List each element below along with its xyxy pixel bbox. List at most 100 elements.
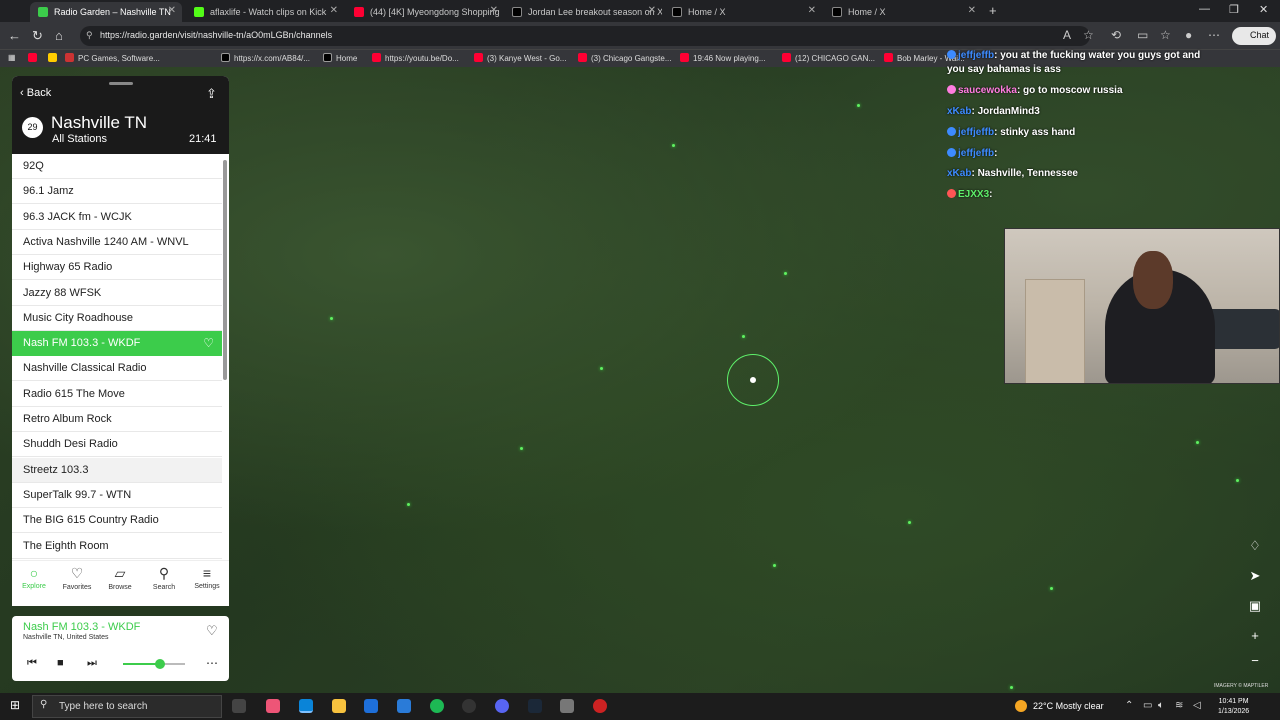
station-row[interactable]: 92Q (12, 154, 222, 179)
more-options-icon[interactable]: ⋯ (206, 656, 218, 670)
station-row[interactable]: Jazzy 88 WFSK (12, 281, 222, 306)
now-playing-station[interactable]: Nash FM 103.3 - WKDF (23, 621, 140, 633)
maximize-icon[interactable]: ❐ (1229, 3, 1239, 16)
station-row[interactable]: Streetz 103.3 (12, 457, 222, 483)
bookmark-icon[interactable] (28, 53, 41, 63)
station-dot[interactable] (742, 335, 745, 338)
close-tab-icon[interactable]: ✕ (168, 5, 176, 16)
station-dot[interactable] (1010, 686, 1013, 689)
station-dot[interactable] (600, 367, 603, 370)
profile-avatar[interactable]: ● (1185, 28, 1192, 42)
bookmark-4[interactable]: (3) Kanye West - Go... (474, 53, 566, 63)
previous-icon[interactable]: ⏮ (27, 657, 37, 670)
site-info-icon[interactable]: ⚲ (86, 30, 93, 41)
app-icon[interactable] (462, 699, 476, 713)
station-dot[interactable] (784, 272, 787, 275)
bookmark-1[interactable]: https://x.com/AB84/... (221, 53, 310, 63)
split-screen-icon[interactable]: ▭ (1137, 28, 1148, 42)
close-tab-icon[interactable]: ✕ (330, 5, 338, 16)
close-window-icon[interactable]: ✕ (1259, 3, 1268, 16)
home-icon[interactable]: ⌂ (55, 28, 63, 43)
bookmark-3[interactable]: https://youtu.be/Do... (372, 53, 459, 63)
station-dot[interactable] (672, 144, 675, 147)
new-tab-button[interactable]: + (989, 3, 997, 18)
wifi-icon[interactable]: ≋ (1175, 700, 1183, 711)
locate-icon[interactable]: ➤ (1246, 568, 1264, 584)
bookmark-0[interactable]: PC Games, Software... (65, 53, 160, 63)
tab-kick[interactable]: aflaxlife - Watch clips on Kick ✕ (186, 2, 344, 22)
steam-icon[interactable] (528, 699, 542, 713)
station-row[interactable]: Activa Nashville 1240 AM - WNVL (12, 230, 222, 255)
station-row[interactable]: Nashville Classical Radio (12, 356, 222, 382)
app-icon[interactable] (560, 699, 574, 713)
file-explorer-icon[interactable] (332, 699, 346, 713)
copilot-icon[interactable] (266, 699, 280, 713)
zoom-in-icon[interactable]: + (1246, 628, 1264, 643)
stop-icon[interactable]: ■ (57, 657, 64, 669)
station-list-scrollbar[interactable] (223, 160, 227, 380)
favorite-heart-icon[interactable]: ♡ (203, 336, 214, 350)
copilot-chat-button[interactable]: Chat (1232, 27, 1276, 45)
share-icon[interactable]: ⇪ (206, 86, 217, 102)
station-dot[interactable] (407, 503, 410, 506)
station-row[interactable]: 96.1 Jamz (12, 179, 222, 205)
app-icon[interactable] (397, 699, 411, 713)
tray-chevron-icon[interactable]: ⌃ (1125, 700, 1133, 711)
station-row[interactable]: SuperTalk 99.7 - WTN (12, 483, 222, 508)
tab-youtube[interactable]: (44) [4K] Myeongdong Shopping ✕ (346, 2, 504, 22)
nav-settings[interactable]: ≡ Settings (187, 565, 227, 590)
volume-icon[interactable]: 🔈︎ (1158, 700, 1164, 711)
taskbar-clock[interactable]: 10:41 PM 1/13/2026 (1218, 697, 1249, 717)
url-field[interactable]: https://radio.garden/visit/nashville-tn/… (80, 26, 1090, 46)
task-view-icon[interactable] (232, 699, 246, 713)
close-tab-icon[interactable]: ✕ (490, 5, 498, 16)
obs-icon[interactable] (593, 699, 607, 713)
taskbar-search[interactable]: Type here to search (32, 695, 222, 718)
spotify-icon[interactable] (430, 699, 444, 713)
read-aloud-icon[interactable]: A (1063, 28, 1071, 42)
lock-icon[interactable]: ▣ (1246, 598, 1264, 614)
weather-widget[interactable]: 22°C Mostly clear (1033, 701, 1104, 711)
minimize-icon[interactable]: — (1199, 3, 1210, 15)
next-icon[interactable]: ⏭ (87, 657, 97, 670)
network-icon[interactable]: ▭ (1143, 700, 1152, 711)
panel-grabber[interactable] (109, 82, 133, 85)
extensions-icon[interactable]: ⟲ (1111, 28, 1121, 42)
bookmark-5[interactable]: (3) Chicago Gangste... (578, 53, 671, 63)
more-menu-icon[interactable]: ⋯ (1208, 28, 1220, 42)
store-icon[interactable] (364, 699, 378, 713)
close-tab-icon[interactable]: ✕ (968, 5, 976, 16)
station-row[interactable]: Radio 615 The Move (12, 382, 222, 407)
station-dot[interactable] (773, 564, 776, 567)
nav-browse[interactable]: ▱ Browse (100, 565, 140, 591)
favorite-heart-icon[interactable]: ♡ (206, 623, 218, 639)
tab-x-home-2[interactable]: Home / X ✕ (824, 2, 982, 22)
favorites-icon[interactable]: ☆ (1160, 28, 1171, 42)
station-row-selected[interactable]: Nash FM 103.3 - WKDF ♡ (12, 331, 222, 357)
close-tab-icon[interactable]: ✕ (648, 5, 656, 16)
tab-radio-garden[interactable]: Radio Garden – Nashville TN ✕ (30, 2, 182, 22)
windows-start-icon[interactable]: ⊞ (10, 698, 20, 712)
bookmark-apps-icon[interactable]: ▦ (8, 53, 16, 62)
balloon-icon[interactable]: ♢ (1246, 538, 1264, 554)
station-row[interactable]: Music City Roadhouse (12, 306, 222, 331)
station-dot[interactable] (857, 104, 860, 107)
station-row[interactable]: Retro Album Rock (12, 407, 222, 432)
nav-search[interactable]: ⚲ Search (144, 565, 184, 591)
volume-knob[interactable] (155, 659, 166, 669)
nav-explore[interactable]: ○ Explore (14, 565, 54, 590)
tab-x-home-1[interactable]: Home / X ✕ (664, 2, 822, 22)
nav-favorites[interactable]: ♡ Favorites (57, 565, 97, 591)
station-dot[interactable] (1236, 479, 1239, 482)
back-arrow-icon[interactable]: ← (8, 28, 21, 43)
zoom-out-icon[interactable]: − (1246, 653, 1264, 668)
edge-icon[interactable] (299, 699, 313, 713)
station-dot[interactable] (908, 521, 911, 524)
reload-icon[interactable]: ↻ (32, 28, 43, 44)
station-row[interactable]: The Eighth Room (12, 534, 222, 559)
bookmark-7[interactable]: (12) CHICAGO GAN... (782, 53, 875, 63)
station-row[interactable]: 96.3 JACK fm - WCJK (12, 205, 222, 230)
bookmark-2[interactable]: Home (323, 53, 357, 63)
close-tab-icon[interactable]: ✕ (808, 5, 816, 16)
station-row[interactable]: Highway 65 Radio (12, 255, 222, 281)
